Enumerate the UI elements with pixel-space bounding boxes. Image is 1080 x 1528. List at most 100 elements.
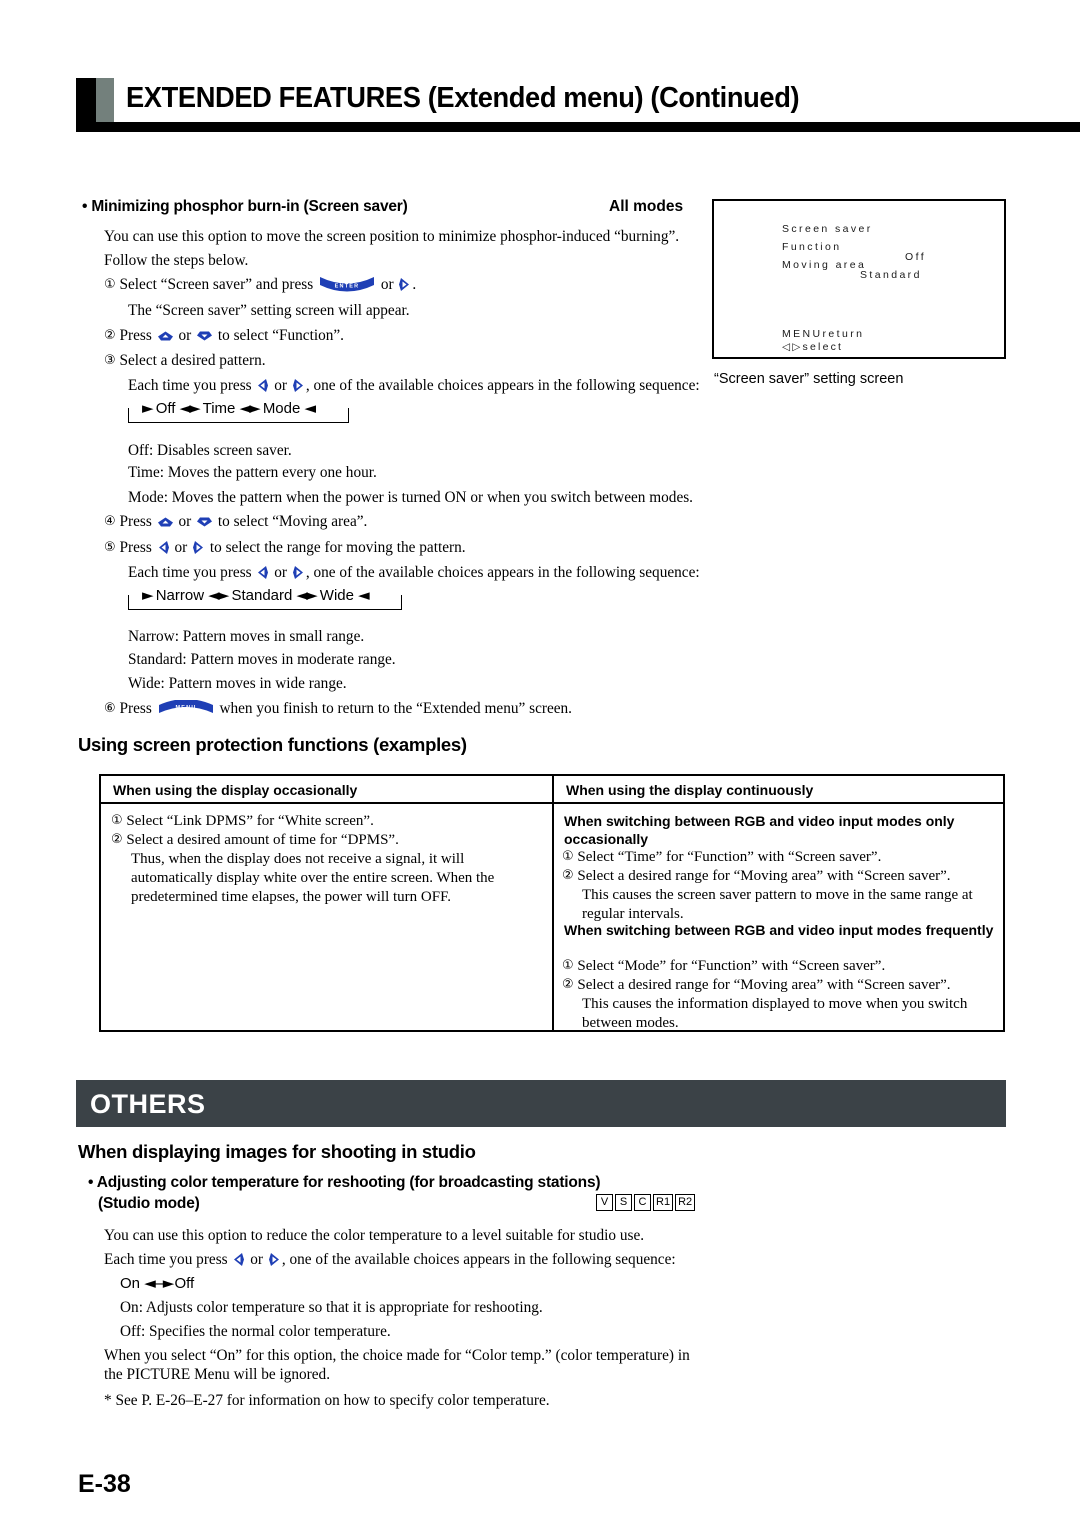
osd-title: Screen saver (782, 223, 873, 235)
up-arrow-button-icon-2[interactable] (157, 516, 174, 528)
down-arrow-button-icon-2[interactable] (196, 516, 213, 528)
menu-button-icon[interactable]: MENU (158, 700, 214, 717)
step-1-number: ① (104, 277, 116, 292)
studio-sequence-line: On ◄—► Off (120, 1273, 194, 1293)
step-1-text-a: Select “Screen saver” and press (119, 276, 314, 293)
up-arrow-button-icon[interactable] (157, 330, 174, 342)
title-black-horizontal-bar (76, 122, 1080, 132)
studio-sequence-arrow: ◄—► (144, 1274, 174, 1292)
mode-badge-r1: R1 (653, 1194, 674, 1211)
manual-page: EXTENDED FEATURES (Extended menu) (Conti… (0, 0, 1080, 1528)
right-b1-step-2-text: Select a desired range for “Moving area”… (577, 868, 951, 884)
definition-on: On: Adjusts color temperature so that it… (120, 1299, 543, 1316)
mode-badge-c: C (634, 1194, 651, 1211)
table-right-b2-note: This causes the information displayed to… (582, 996, 968, 1031)
step-4-text-c: to select “Moving area”. (217, 513, 368, 530)
sequence-intro2-text-c: , one of the available choices appears i… (305, 564, 700, 581)
sequence-intro2-text-a: Each time you press (128, 564, 252, 581)
step-5-number: ⑤ (104, 540, 116, 555)
table-right-b1-step-2: ② Select a desired range for “Moving are… (562, 867, 992, 886)
definition-off-studio: Off: Specifies the normal color temperat… (120, 1323, 391, 1340)
enter-button-icon[interactable]: ENTER (319, 276, 375, 293)
right-arrow-button-icon-2[interactable] (292, 378, 305, 393)
right-arrow-button-icon-3[interactable] (192, 540, 205, 555)
definition-time: Time: Moves the pattern every one hour. (128, 464, 377, 481)
right-b2-step-2-number: ② (562, 977, 574, 992)
page-title-bar: EXTENDED FEATURES (Extended menu) (Conti… (76, 78, 1080, 132)
left-step-2-text: Select a desired amount of time for “DPM… (126, 832, 399, 848)
step-1-text-c: . (412, 276, 417, 293)
definition-standard: Standard: Pattern moves in moderate rang… (128, 651, 396, 668)
sequence-intro-text-c: , one of the available choices appears i… (305, 377, 700, 394)
step-4-number: ④ (104, 514, 116, 529)
step-2-number: ② (104, 328, 116, 343)
function-sequence-box: ► Off ◄► Time ◄► Mode ◄ (128, 398, 349, 423)
step-4-text-a: Press (119, 513, 152, 530)
table-left-step-2: ② Select a desired amount of time for “D… (111, 831, 541, 850)
right-b2-step-1-text: Select “Mode” for “Function” with “Scree… (577, 958, 886, 974)
table-right-block2-title: When switching between RGB and video inp… (564, 922, 994, 938)
left-arrow-button-icon[interactable] (256, 378, 269, 393)
step-6-text-a: Press (119, 700, 152, 717)
others-section-bar: OTHERS (76, 1080, 1006, 1127)
right-arrow-button-icon[interactable] (398, 277, 411, 292)
others-footnote: * See P. E-26–E-27 for information on ho… (104, 1392, 550, 1409)
table-header-right: When using the display continuously (566, 782, 814, 798)
title-black-vertical-bar (76, 78, 96, 122)
moving-area-sequence-loop-line (128, 595, 402, 610)
left-step-2-number: ② (111, 832, 123, 847)
right-arrow-button-icon-4[interactable] (292, 565, 305, 580)
step-5-text-c: to select the range for moving the patte… (209, 539, 466, 556)
title-gray-bar (96, 78, 114, 122)
table-left-note: Thus, when the display does not receive … (131, 851, 495, 905)
others-bullet-line-1: • Adjusting color temperature for reshoo… (88, 1174, 601, 1191)
left-arrow-button-icon-4[interactable] (232, 1252, 245, 1267)
left-arrow-button-icon-2[interactable] (157, 540, 170, 555)
osd-function-label: Function (782, 241, 842, 253)
step-2: ② Press or to select “Function”. (104, 327, 344, 345)
page-title: EXTENDED FEATURES (Extended menu) (Conti… (126, 82, 800, 114)
studio-option-on: On (120, 1275, 141, 1292)
step-1-note: The “Screen saver” setting screen will a… (128, 302, 410, 319)
step-3: ③ Select a desired pattern. (104, 352, 266, 370)
right-b1-step-1-text: Select “Time” for “Function” with “Scree… (577, 849, 882, 865)
svg-text:ENTER: ENTER (335, 284, 360, 290)
step-5-text-b: or (174, 539, 188, 556)
step-6-text-b: when you finish to return to the “Extend… (219, 700, 573, 717)
step-1-text-b: or (380, 276, 394, 293)
table-right-b1-step-1: ① Select “Time” for “Function” with “Scr… (562, 848, 992, 867)
intro-paragraph-2: Follow the steps below. (104, 252, 249, 269)
step-3-text: Select a desired pattern. (119, 352, 266, 369)
osd-moving-area-value: Standard (860, 269, 922, 281)
others-seq-text-b: or (250, 1251, 264, 1268)
right-arrow-button-icon-5[interactable] (268, 1252, 281, 1267)
all-modes-label: All modes (609, 198, 684, 215)
definition-mode: Mode: Moves the pattern when the power i… (128, 489, 694, 506)
mode-badge-v: V (596, 1194, 613, 1211)
mode-badge-r2: R2 (675, 1194, 696, 1211)
step-4: ④ Press or to select “Moving area”. (104, 513, 367, 531)
step-5: ⑤ Press or to select the range for movin… (104, 539, 466, 557)
down-arrow-button-icon[interactable] (196, 330, 213, 342)
table-right-block1-title: When switching between RGB and video inp… (564, 813, 955, 847)
step-2-text-a: Press (119, 327, 152, 344)
step-3-number: ③ (104, 353, 116, 368)
table-header-divider (101, 802, 1003, 804)
left-step-1-number: ① (111, 813, 123, 828)
osd-function-value: Off (905, 251, 927, 263)
right-b1-step-2-number: ② (562, 868, 574, 883)
studio-mode-sequence: On ◄—► Off (120, 1273, 194, 1293)
left-step-1-text: Select “Link DPMS” for “White screen”. (126, 813, 374, 829)
step-2-text-c: to select “Function”. (217, 327, 345, 344)
osd-caption: “Screen saver” setting screen (714, 371, 904, 387)
others-seq-text-a: Each time you press (104, 1251, 228, 1268)
step-6-number: ⑥ (104, 701, 116, 716)
left-arrow-button-icon-3[interactable] (256, 565, 269, 580)
intro-paragraph-1: You can use this option to move the scre… (104, 228, 680, 245)
table-column-divider (552, 776, 554, 1030)
osd-screen-saver-box: Screen saver Function Off Moving area St… (712, 199, 1006, 359)
others-paragraph-3: When you select “On” for this option, th… (104, 1347, 690, 1383)
step-5-text-a: Press (119, 539, 152, 556)
step-1: ① Select “Screen saver” and press ENTER … (104, 276, 416, 294)
others-bullet-line-2: (Studio mode) (98, 1195, 200, 1212)
